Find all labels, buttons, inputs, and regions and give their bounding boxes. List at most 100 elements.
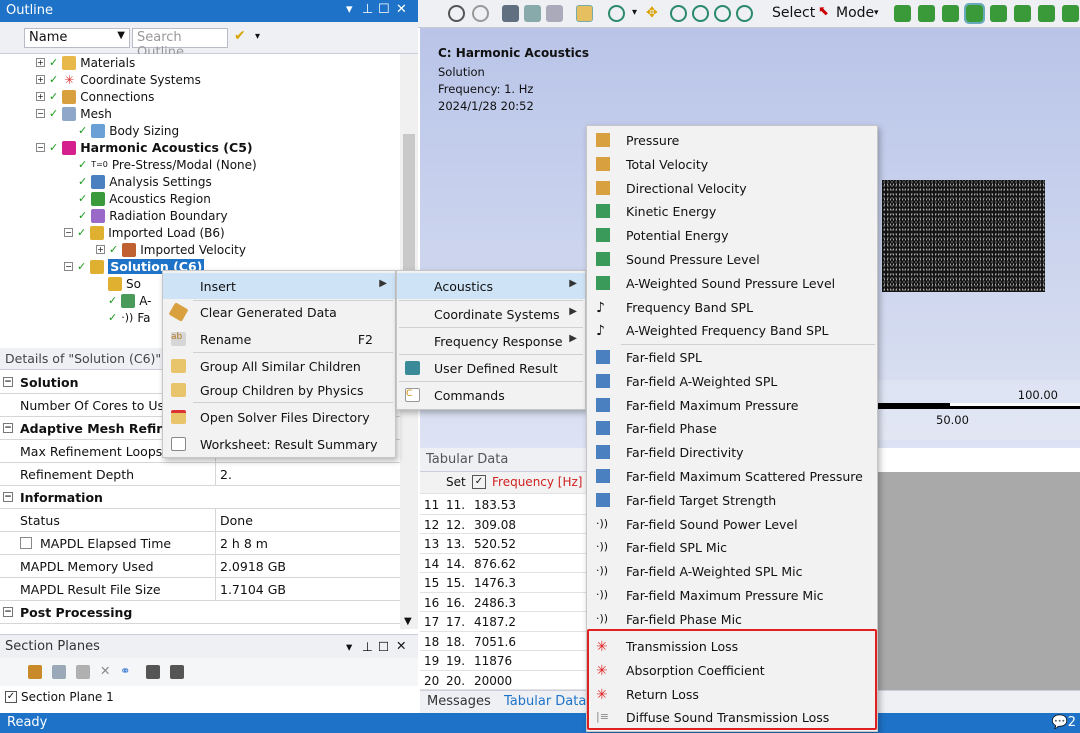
menu-item-far-field-target-strength[interactable]: Far-field Target Strength xyxy=(587,488,877,512)
collapse-icon[interactable]: − xyxy=(3,423,13,433)
tree-item-coordinate-systems[interactable]: + ✓ ✳ Coordinate Systems xyxy=(36,71,201,88)
name-combo[interactable]: Name ▼ xyxy=(24,28,130,48)
menu-item-a-weighted-frequency-band-spl[interactable]: ♪ A-Weighted Frequency Band SPL xyxy=(587,318,877,342)
wireframe-icon[interactable] xyxy=(546,5,563,22)
maximize-icon[interactable]: ☐ xyxy=(378,2,390,17)
tree-item-pre-stress[interactable]: ✓ T=0 Pre-Stress/Modal (None) xyxy=(78,156,257,173)
tree-item-materials[interactable]: + ✓ Materials xyxy=(36,54,135,71)
menu-item-directional-velocity[interactable]: Directional Velocity xyxy=(587,176,877,200)
select-geometry-icon[interactable] xyxy=(576,5,593,22)
menu-item-far-field-phase-mic[interactable]: ·)) Far-field Phase Mic xyxy=(587,607,877,631)
tree-item-radiation-boundary[interactable]: ✓ Radiation Boundary xyxy=(78,207,228,224)
menu-item-group-similar[interactable]: Group All Similar Children xyxy=(163,353,395,379)
menu-item-group-physics[interactable]: Group Children by Physics xyxy=(163,377,395,403)
dropdown-icon[interactable]: ▾ xyxy=(255,31,260,42)
details-row[interactable]: MAPDL Elapsed Time 2 h 8 m xyxy=(0,532,400,555)
pin-icon[interactable]: ⊥ xyxy=(362,2,373,17)
menu-item-frequency-response[interactable]: Frequency Response ▶ xyxy=(397,328,585,354)
collapse-icon[interactable]: − xyxy=(64,228,73,237)
search-input[interactable]: Search Outline xyxy=(132,28,228,60)
hide-icon[interactable] xyxy=(170,665,184,679)
tree-item-imported-load[interactable]: − ✓ Imported Load (B6) xyxy=(64,224,225,241)
tree-item-solution-child-3[interactable]: ✓ ·)) Fa xyxy=(108,309,150,326)
dropdown-icon[interactable]: ▾ xyxy=(874,8,879,18)
menu-item-absorption-coefficient[interactable]: ✳ Absorption Coefficient xyxy=(587,658,877,682)
menu-item-far-field-phase[interactable]: Far-field Phase xyxy=(587,416,877,440)
menu-item-open-solver-dir[interactable]: Open Solver Files Directory xyxy=(163,404,395,430)
tree-item-solution-child-2[interactable]: ✓ A- xyxy=(108,292,152,309)
zoom-to-fit-icon[interactable] xyxy=(736,5,753,22)
expand-icon[interactable]: + xyxy=(36,92,45,101)
collapse-icon[interactable]: − xyxy=(36,109,45,118)
select-face-icon[interactable] xyxy=(942,5,959,22)
messages-count[interactable]: 💬2 xyxy=(1052,715,1076,730)
link-icon[interactable]: ⚭ xyxy=(120,663,130,678)
delete-icon[interactable]: ✕ xyxy=(100,663,110,678)
menu-item-total-velocity[interactable]: Total Velocity xyxy=(587,152,877,176)
menu-item-user-defined-result[interactable]: User Defined Result xyxy=(397,355,585,381)
table-row[interactable]: 17 17. 4187.2 xyxy=(420,612,590,632)
zoom-fit-icon[interactable] xyxy=(448,5,465,22)
collapse-icon[interactable]: − xyxy=(3,492,13,502)
expand-icon[interactable]: + xyxy=(36,58,45,67)
tree-item-acoustics-region[interactable]: ✓ Acoustics Region xyxy=(78,190,211,207)
tab-tabular-data[interactable]: Tabular Data xyxy=(504,694,586,709)
details-row[interactable]: Refinement Depth 2. xyxy=(0,463,400,486)
menu-item-pressure[interactable]: Pressure xyxy=(587,128,877,152)
menu-item-far-field-directivity[interactable]: Far-field Directivity xyxy=(587,440,877,464)
tree-item-solution-child-1[interactable]: So xyxy=(108,275,141,292)
menu-item-far-field-max-pressure-mic[interactable]: ·)) Far-field Maximum Pressure Mic xyxy=(587,583,877,607)
select-edge-icon[interactable] xyxy=(918,5,935,22)
menu-item-far-field-a-weighted-spl-mic[interactable]: ·)) Far-field A-Weighted SPL Mic xyxy=(587,559,877,583)
new-plane-icon[interactable] xyxy=(28,665,42,679)
tree-item-connections[interactable]: + ✓ Connections xyxy=(36,88,154,105)
select-mesh-icon[interactable] xyxy=(1062,5,1079,22)
collapse-icon[interactable]: − xyxy=(3,607,13,617)
menu-item-return-loss[interactable]: ✳ Return Loss xyxy=(587,682,877,706)
column-header-frequency[interactable]: Frequency [Hz] xyxy=(492,475,583,489)
select-body-icon[interactable] xyxy=(964,3,985,24)
menu-item-a-weighted-spl[interactable]: A-Weighted Sound Pressure Level xyxy=(587,271,877,295)
menu-item-far-field-spl[interactable]: Far-field SPL xyxy=(587,345,877,369)
collapse-icon[interactable]: − xyxy=(36,143,45,152)
checkbox[interactable] xyxy=(20,537,32,549)
details-row[interactable]: MAPDL Memory Used 2.0918 GB xyxy=(0,555,400,578)
edit-plane-icon[interactable] xyxy=(52,665,66,679)
table-row[interactable]: 16 16. 2486.3 xyxy=(420,593,590,612)
filter-check-icon[interactable]: ✔ xyxy=(234,28,246,44)
close-icon[interactable]: ✕ xyxy=(396,2,407,17)
menu-item-far-field-a-weighted-spl[interactable]: Far-field A-Weighted SPL xyxy=(587,369,877,393)
pin-icon[interactable]: ⊥ xyxy=(362,639,373,654)
collapse-icon[interactable]: − xyxy=(64,262,73,271)
table-row[interactable]: 14 14. 876.62 xyxy=(420,554,590,573)
zoom-box-icon[interactable] xyxy=(714,5,731,22)
table-row[interactable]: 13 13. 520.52 xyxy=(420,534,590,554)
menu-item-far-field-sound-power[interactable]: ·)) Far-field Sound Power Level xyxy=(587,512,877,536)
section-plane-item[interactable]: Section Plane 1 xyxy=(21,690,114,704)
menu-item-acoustics[interactable]: Acoustics ▶ xyxy=(397,273,585,299)
menu-item-diffuse-sound-transmission-loss[interactable]: |≡ Diffuse Sound Transmission Loss xyxy=(587,705,877,729)
select-element-icon[interactable] xyxy=(1014,5,1031,22)
zoom-out-icon[interactable] xyxy=(692,5,709,22)
tab-messages[interactable]: Messages xyxy=(427,694,491,709)
table-row[interactable]: 20 20. 20000 xyxy=(420,671,590,690)
capping-icon[interactable] xyxy=(146,665,160,679)
collapse-icon[interactable]: − xyxy=(3,377,13,387)
table-row[interactable]: 18 18. 7051.6 xyxy=(420,632,590,651)
menu-item-frequency-band-spl[interactable]: ♪ Frequency Band SPL xyxy=(587,295,877,319)
pan-icon[interactable]: ✥ xyxy=(646,5,663,22)
close-icon[interactable]: ✕ xyxy=(396,638,406,653)
menu-item-far-field-max-scattered[interactable]: Far-field Maximum Scattered Pressure xyxy=(587,464,877,488)
table-row[interactable]: 19 19. 11876 xyxy=(420,651,590,671)
plane-icon[interactable] xyxy=(76,665,90,679)
select-node-icon[interactable] xyxy=(990,5,1007,22)
zoom-in-icon[interactable] xyxy=(670,5,687,22)
table-row[interactable]: 11 11. 183.53 xyxy=(420,495,590,515)
checkbox-checked[interactable]: ✓ xyxy=(472,475,486,489)
menu-item-spl[interactable]: Sound Pressure Level xyxy=(587,247,877,271)
table-row[interactable]: 12 12. 309.08 xyxy=(420,515,590,534)
scroll-down-icon[interactable]: ▼ xyxy=(404,616,412,627)
dropdown-icon[interactable]: ▾ xyxy=(346,639,352,654)
rotate-icon[interactable] xyxy=(608,5,625,22)
select-button[interactable]: Select xyxy=(772,5,815,21)
